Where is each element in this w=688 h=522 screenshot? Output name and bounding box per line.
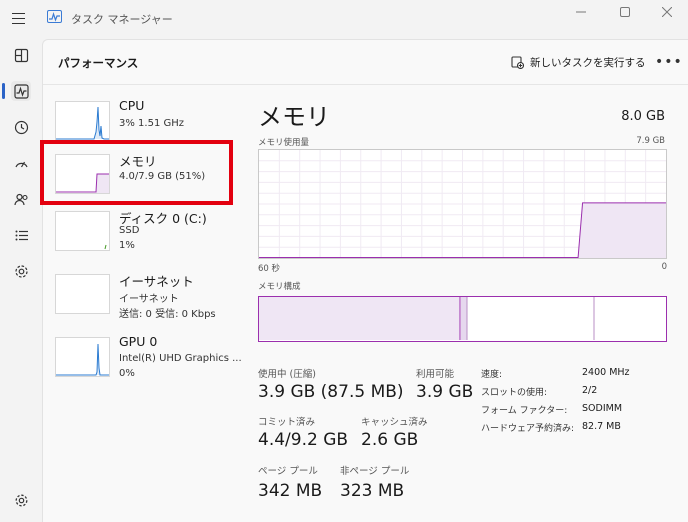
usage-label: メモリ使用量 <box>258 138 310 148</box>
processes-icon[interactable] <box>11 45 31 65</box>
resource-type: Intel(R) UHD Graphics ... <box>119 353 242 364</box>
nonpaged-pool-value: 323 MB <box>340 481 405 501</box>
in-use-value: 3.9 GB (87.5 MB) <box>258 382 404 402</box>
resource-type: SSD <box>119 225 140 236</box>
ethernet-thumbnail <box>55 274 110 314</box>
detail-title: メモリ <box>258 103 330 131</box>
close-button[interactable] <box>652 3 682 21</box>
task-manager-icon <box>47 10 62 23</box>
time-axis-left: 60 秒 <box>258 264 281 274</box>
available-value: 3.9 GB <box>416 382 474 402</box>
resource-detail: 1% <box>119 240 135 251</box>
startup-apps-icon[interactable] <box>11 153 31 173</box>
memory-usage-graph <box>258 149 667 259</box>
maximize-button[interactable] <box>610 3 640 21</box>
new-task-icon <box>511 55 524 69</box>
resource-detail: 送信: 0 受信: 0 Kbps <box>119 309 216 320</box>
memory-total: 8.0 GB <box>621 109 665 124</box>
spec-value: 2400 MHz <box>582 367 630 378</box>
details-icon[interactable] <box>11 225 31 245</box>
services-icon[interactable] <box>11 261 31 281</box>
cached-label: キャッシュ済み <box>361 417 428 428</box>
run-new-task-button[interactable]: 新しいタスクを実行する <box>511 52 646 72</box>
spec-label: フォーム ファクター: <box>481 406 568 416</box>
resource-name: GPU 0 <box>119 334 158 349</box>
cpu-thumbnail <box>55 101 110 141</box>
menu-icon[interactable] <box>10 10 28 26</box>
usage-max: 7.9 GB <box>636 136 665 146</box>
settings-icon[interactable] <box>11 490 31 510</box>
disk-thumbnail <box>55 211 110 251</box>
toolbar-divider <box>43 84 688 85</box>
available-label: 利用可能 <box>416 369 455 380</box>
resource-type: イーサネット <box>119 294 179 305</box>
in-use-label: 使用中 (圧縮) <box>258 369 316 380</box>
resource-name: CPU <box>119 98 145 113</box>
spec-label: 速度: <box>481 370 503 380</box>
maximize-icon <box>620 7 630 17</box>
app-history-icon[interactable] <box>11 117 31 137</box>
users-icon[interactable] <box>11 189 31 209</box>
gpu-thumbnail <box>55 337 110 377</box>
title-bar: タスク マネージャー <box>0 0 688 38</box>
spec-label: ハードウェア予約済み: <box>481 424 575 434</box>
composition-label: メモリ構成 <box>258 282 301 292</box>
run-new-task-label: 新しいタスクを実行する <box>530 56 646 69</box>
active-indicator <box>2 83 5 99</box>
close-icon <box>662 7 672 17</box>
resource-ethernet[interactable]: イーサネット イーサネット 送信: 0 受信: 0 Kbps <box>55 274 240 324</box>
spec-label: スロットの使用: <box>481 388 548 398</box>
minimize-button[interactable] <box>566 3 596 21</box>
minimize-icon <box>576 11 586 13</box>
spec-value: 2/2 <box>582 385 598 396</box>
nonpaged-pool-label: 非ページ プール <box>340 466 410 477</box>
main-panel: パフォーマンス 新しいタスクを実行する ••• CPU 3% 1.51 GHz … <box>42 39 688 522</box>
resource-detail: 0% <box>119 368 135 379</box>
resource-detail: 3% 1.51 GHz <box>119 118 185 129</box>
spec-value: SODIMM <box>582 403 623 414</box>
paged-pool-label: ページ プール <box>258 466 318 477</box>
resource-gpu[interactable]: GPU 0 Intel(R) UHD Graphics ... 0% <box>55 334 242 387</box>
window-title: タスク マネージャー <box>71 13 173 26</box>
resource-disk[interactable]: ディスク 0 (C:) SSD 1% <box>55 211 240 261</box>
spec-value: 82.7 MB <box>582 421 621 432</box>
memory-composition-bar <box>258 296 667 342</box>
cached-value: 2.6 GB <box>361 430 419 450</box>
usage-area <box>578 202 666 258</box>
time-axis-right: 0 <box>661 262 667 272</box>
page-title: パフォーマンス <box>58 56 139 70</box>
performance-icon[interactable] <box>11 81 31 101</box>
more-options-button[interactable]: ••• <box>655 54 683 70</box>
paged-pool-value: 342 MB <box>258 481 323 501</box>
resource-name: イーサネット <box>119 274 194 289</box>
committed-value: 4.4/9.2 GB <box>258 430 349 450</box>
committed-label: コミット済み <box>258 417 316 428</box>
highlight-annotation <box>40 140 233 205</box>
